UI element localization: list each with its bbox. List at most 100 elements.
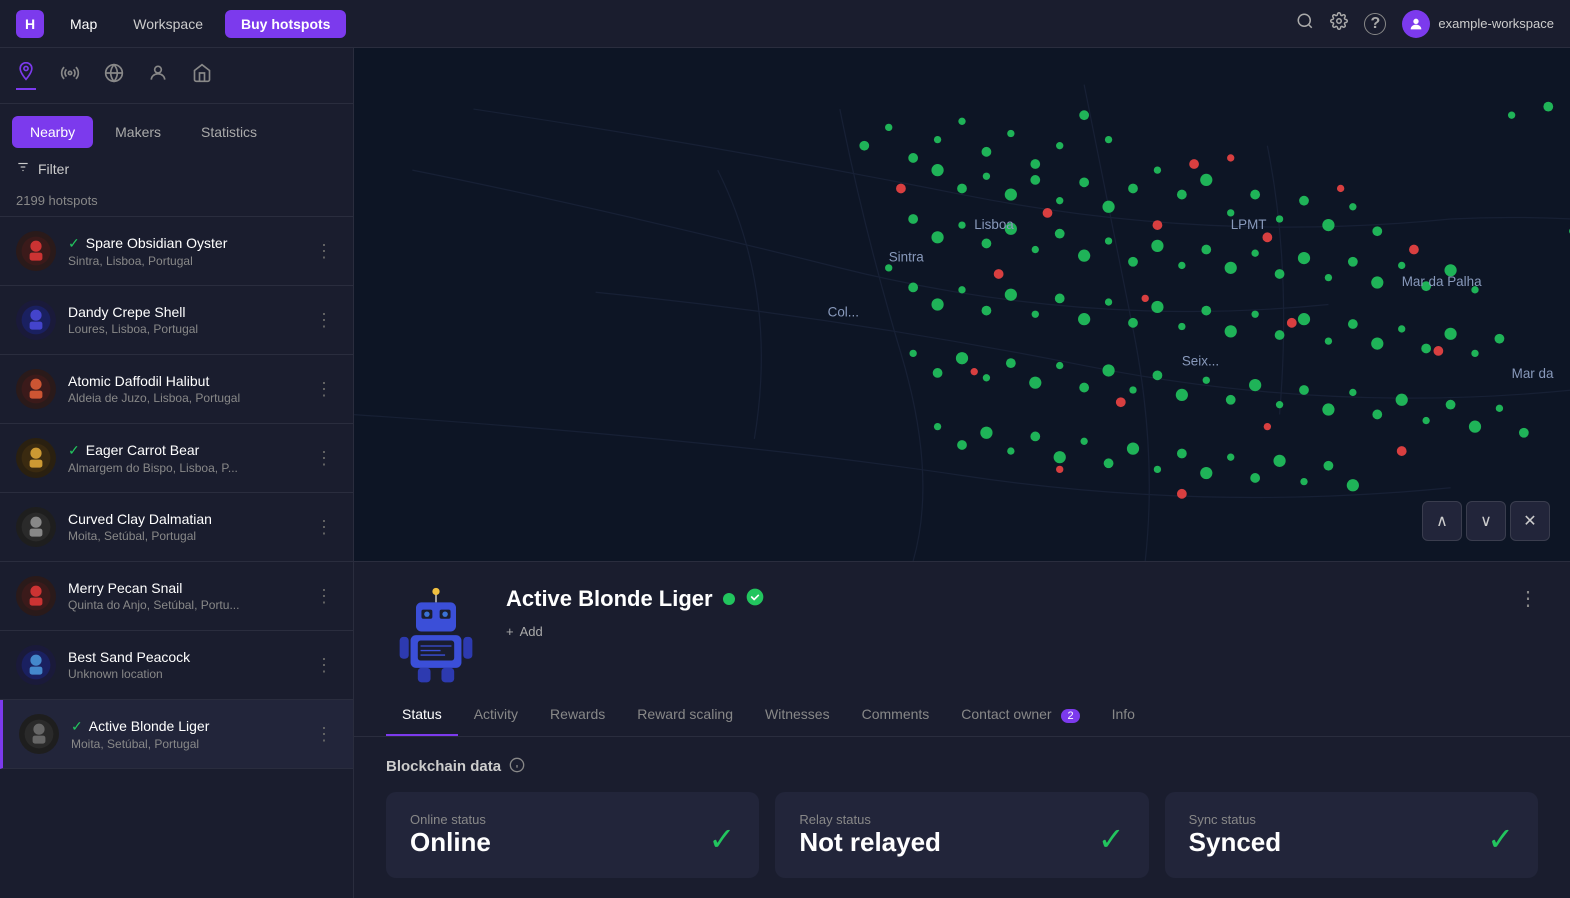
online-status-dot xyxy=(723,593,735,605)
list-item[interactable]: ✓ Eager Carrot Bear Almargem do Bispo, L… xyxy=(0,424,353,493)
tab-reward-scaling[interactable]: Reward scaling xyxy=(621,694,749,736)
map-close-button[interactable]: ✕ xyxy=(1510,501,1550,541)
svg-text:Sintra: Sintra xyxy=(889,250,925,265)
hotspot-location: Loures, Lisboa, Portugal xyxy=(68,322,299,336)
buy-hotspots-button[interactable]: Buy hotspots xyxy=(225,10,346,38)
online-status-content: Online status Online xyxy=(410,812,491,858)
tab-contact-owner[interactable]: Contact owner 2 xyxy=(945,694,1095,736)
tab-witnesses[interactable]: Witnesses xyxy=(749,694,846,736)
relay-status-content: Relay status Not relayed xyxy=(799,812,941,858)
search-icon[interactable] xyxy=(1296,12,1314,35)
hotspot-title: Active Blonde Liger xyxy=(506,586,713,612)
hotspot-name: Best Sand Peacock xyxy=(68,649,299,665)
hotspot-robot-image xyxy=(386,586,486,686)
item-menu-button[interactable]: ⋮ xyxy=(311,720,337,749)
right-panel: Lisboa LPMT Mar da Palha Alcoc... Sintra… xyxy=(354,48,1570,898)
hotspot-location: Aldeia de Juzo, Lisboa, Portugal xyxy=(68,391,299,405)
sync-status-content: Sync status Synced xyxy=(1189,812,1282,858)
filter-label: Filter xyxy=(38,161,69,177)
hotspot-info: ✓ Eager Carrot Bear Almargem do Bispo, L… xyxy=(68,442,299,475)
user-menu[interactable]: example-workspace xyxy=(1402,10,1554,38)
nav-tab-map[interactable]: Map xyxy=(56,10,111,38)
avatar xyxy=(16,507,56,547)
avatar xyxy=(16,576,56,616)
location-icon[interactable] xyxy=(104,63,124,88)
hotspot-location: Moita, Setúbal, Portugal xyxy=(68,529,299,543)
hotspot-name: ✓ Eager Carrot Bear xyxy=(68,442,299,459)
list-item[interactable]: Merry Pecan Snail Quinta do Anjo, Setúba… xyxy=(0,562,353,631)
contact-owner-badge: 2 xyxy=(1061,709,1079,723)
hotspot-location: Unknown location xyxy=(68,667,299,681)
sync-status-card: Sync status Synced ✓ xyxy=(1165,792,1538,878)
online-status-label: Online status xyxy=(410,812,491,827)
user-avatar xyxy=(1402,10,1430,38)
tab-info[interactable]: Info xyxy=(1096,694,1151,736)
filter-button[interactable]: Filter xyxy=(0,148,353,189)
hotspot-info: Curved Clay Dalmatian Moita, Setúbal, Po… xyxy=(68,511,299,543)
detail-menu-button[interactable]: ⋮ xyxy=(1518,586,1538,611)
list-item[interactable]: ✓ Active Blonde Liger Moita, Setúbal, Po… xyxy=(0,700,353,769)
hotspot-icon[interactable] xyxy=(16,61,36,90)
help-icon[interactable]: ? xyxy=(1364,13,1386,35)
nav-tab-workspace[interactable]: Workspace xyxy=(119,10,217,38)
item-menu-button[interactable]: ⋮ xyxy=(311,444,337,473)
sync-status-label: Sync status xyxy=(1189,812,1282,827)
blockchain-data-title: Blockchain data xyxy=(386,757,1538,776)
list-item[interactable]: Curved Clay Dalmatian Moita, Setúbal, Po… xyxy=(0,493,353,562)
add-button[interactable]: + Add xyxy=(506,620,1498,643)
tab-makers[interactable]: Makers xyxy=(97,116,179,148)
person-icon[interactable] xyxy=(148,63,168,88)
tab-statistics[interactable]: Statistics xyxy=(183,116,275,148)
add-label: Add xyxy=(520,624,543,639)
map-background: Lisboa LPMT Mar da Palha Alcoc... Sintra… xyxy=(354,48,1570,561)
check-icon: ✓ xyxy=(68,442,80,459)
home-icon[interactable] xyxy=(192,63,212,88)
tab-nearby[interactable]: Nearby xyxy=(12,116,93,148)
item-menu-button[interactable]: ⋮ xyxy=(311,237,337,266)
svg-text:Seix...: Seix... xyxy=(1182,354,1219,369)
svg-text:Mar da: Mar da xyxy=(1512,366,1554,381)
item-menu-button[interactable]: ⋮ xyxy=(311,513,337,542)
hotspot-location: Quinta do Anjo, Setúbal, Portu... xyxy=(68,598,299,612)
hotspot-info: Best Sand Peacock Unknown location xyxy=(68,649,299,681)
hotspot-icon2[interactable] xyxy=(60,63,80,88)
list-item[interactable]: Atomic Daffodil Halibut Aldeia de Juzo, … xyxy=(0,355,353,424)
list-item[interactable]: Dandy Crepe Shell Loures, Lisboa, Portug… xyxy=(0,286,353,355)
hotspot-info: Merry Pecan Snail Quinta do Anjo, Setúba… xyxy=(68,580,299,612)
tab-comments[interactable]: Comments xyxy=(846,694,946,736)
map-svg: Lisboa LPMT Mar da Palha Alcoc... Sintra… xyxy=(354,48,1570,561)
list-item[interactable]: ✓ Spare Obsidian Oyster Sintra, Lisboa, … xyxy=(0,217,353,286)
svg-text:LPMT: LPMT xyxy=(1231,217,1267,232)
map-area[interactable]: Lisboa LPMT Mar da Palha Alcoc... Sintra… xyxy=(354,48,1570,561)
status-cards-grid: Online status Online ✓ Relay status Not … xyxy=(386,792,1538,878)
avatar xyxy=(16,300,56,340)
item-menu-button[interactable]: ⋮ xyxy=(311,375,337,404)
relay-status-label: Relay status xyxy=(799,812,941,827)
hotspot-count: 2199 hotspots xyxy=(0,189,353,217)
online-status-card: Online status Online ✓ xyxy=(386,792,759,878)
avatar xyxy=(16,645,56,685)
hotspot-name: Curved Clay Dalmatian xyxy=(68,511,299,527)
item-menu-button[interactable]: ⋮ xyxy=(311,582,337,611)
tab-activity[interactable]: Activity xyxy=(458,694,534,736)
hotspot-name: Dandy Crepe Shell xyxy=(68,304,299,320)
list-item[interactable]: Best Sand Peacock Unknown location ⋮ xyxy=(0,631,353,700)
sidebar-tabs: Nearby Makers Statistics xyxy=(0,104,353,148)
map-prev-button[interactable]: ∧ xyxy=(1422,501,1462,541)
tab-status[interactable]: Status xyxy=(386,694,458,736)
relay-check-icon: ✓ xyxy=(1098,820,1125,858)
verified-check-icon xyxy=(745,587,765,612)
tab-rewards[interactable]: Rewards xyxy=(534,694,621,736)
avatar xyxy=(19,714,59,754)
item-menu-button[interactable]: ⋮ xyxy=(311,651,337,680)
sync-check-icon: ✓ xyxy=(1487,820,1514,858)
hotspot-info: Dandy Crepe Shell Loures, Lisboa, Portug… xyxy=(68,304,299,336)
topnav-right-section: ? example-workspace xyxy=(1296,10,1554,38)
settings-icon[interactable] xyxy=(1330,12,1348,35)
map-next-button[interactable]: ∨ xyxy=(1466,501,1506,541)
hotspot-info: ✓ Active Blonde Liger Moita, Setúbal, Po… xyxy=(71,718,299,751)
detail-tabs: Status Activity Rewards Reward scaling W… xyxy=(354,694,1570,737)
hotspot-info: Atomic Daffodil Halibut Aldeia de Juzo, … xyxy=(68,373,299,405)
item-menu-button[interactable]: ⋮ xyxy=(311,306,337,335)
hotspot-location: Moita, Setúbal, Portugal xyxy=(71,737,299,751)
